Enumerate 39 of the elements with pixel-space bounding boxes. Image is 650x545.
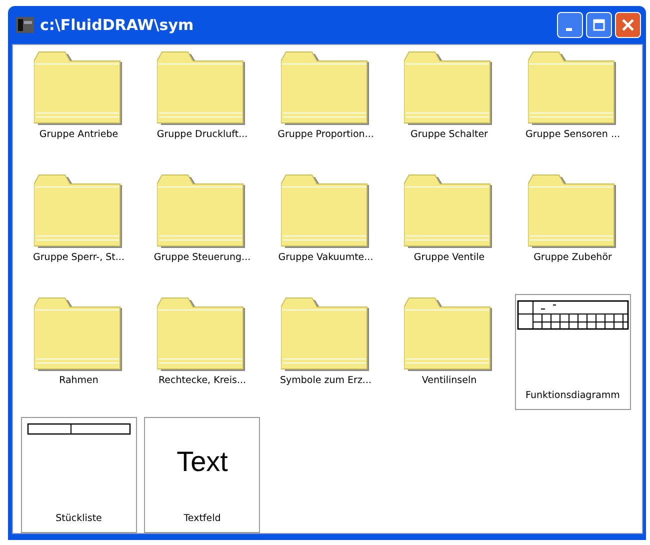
folder-label: Gruppe Druckluft... xyxy=(156,129,248,140)
minimize-icon xyxy=(566,28,572,30)
folder-label: Rahmen xyxy=(59,375,98,386)
maximize-button[interactable] xyxy=(586,12,612,38)
folder-label: Symbole zum Erz... xyxy=(280,375,372,386)
folder-icon[interactable] xyxy=(280,51,371,125)
folder-icon[interactable] xyxy=(34,51,124,125)
folder-icon[interactable] xyxy=(528,51,618,125)
function-diagram-tile[interactable]: Funktionsdiagramm xyxy=(514,294,631,410)
folder-label: Gruppe Zubehör xyxy=(534,252,612,263)
folder-icon[interactable] xyxy=(157,174,248,248)
folder-label: Gruppe Sperr-, St... xyxy=(33,252,124,263)
minimize-button[interactable] xyxy=(557,12,583,38)
folder-icon[interactable] xyxy=(280,174,371,248)
app-icon xyxy=(16,16,34,34)
maximize-icon xyxy=(593,19,605,31)
window-title: c:\FluidDRAW\sym xyxy=(40,16,195,34)
folder-label: Gruppe Sensoren ... xyxy=(525,129,620,140)
folder-icon[interactable] xyxy=(280,297,371,371)
folder-label: Gruppe Steuerung... xyxy=(154,252,251,263)
folder-icon[interactable] xyxy=(404,51,494,125)
folder-icon[interactable] xyxy=(528,174,618,248)
close-icon xyxy=(622,19,634,31)
folder-label: Gruppe Antriebe xyxy=(39,129,118,140)
folder-label: Ventilinseln xyxy=(422,375,477,386)
folder-icon[interactable] xyxy=(157,51,248,125)
close-button[interactable] xyxy=(615,12,641,38)
folder-label: Gruppe Ventile xyxy=(414,252,485,263)
folder-label: Gruppe Vakuumte... xyxy=(278,252,374,263)
folder-icon[interactable] xyxy=(34,297,124,371)
folder-label: Rechtecke, Kreis... xyxy=(158,375,246,386)
folder-icon[interactable] xyxy=(157,297,248,371)
folder-label: Gruppe Proportion... xyxy=(278,129,374,140)
folder-icon[interactable] xyxy=(404,174,494,248)
folder-icon[interactable] xyxy=(34,174,124,248)
parts-list-tile[interactable]: Stückliste xyxy=(20,417,137,533)
text-field-tile[interactable]: Text Textfeld xyxy=(144,417,260,533)
folder-icon[interactable] xyxy=(404,297,494,371)
folder-label: Gruppe Schalter xyxy=(410,129,488,140)
